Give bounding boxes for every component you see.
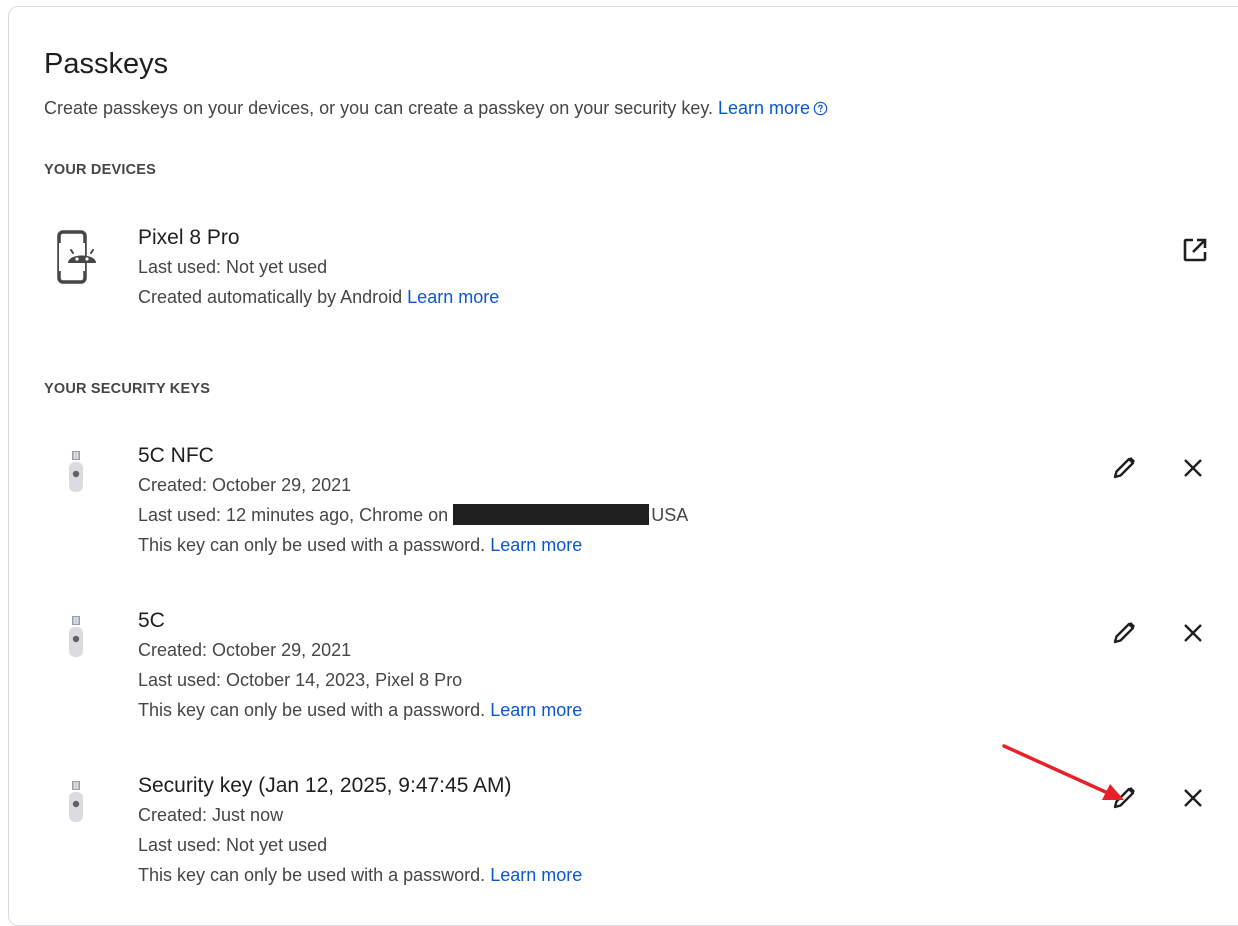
security-key-icon: [69, 616, 83, 657]
edit-security-key-button[interactable]: [1104, 613, 1144, 653]
security-key-created: Created: Just now: [138, 805, 284, 825]
note-text: This key can only be used with a passwor…: [138, 535, 486, 555]
pencil-icon: [1113, 622, 1135, 644]
edit-security-key-button[interactable]: [1104, 448, 1144, 488]
your-devices-heading: YOUR DEVICES: [44, 162, 156, 178]
device-details: Pixel 8 Pro Last used: Not yet used Crea…: [138, 224, 499, 312]
security-key-details: 5C Created: October 29, 2021 Last used: …: [138, 607, 582, 725]
annotation-arrow: [1002, 744, 1124, 800]
android-phone-icon: [57, 230, 96, 284]
intro-description: Create passkeys on your devices, or you …: [44, 98, 713, 118]
intro-learn-more-link[interactable]: Learn more: [718, 98, 810, 118]
security-key-last-used: Last used: Not yet used: [138, 835, 328, 855]
security-key-note: This key can only be used with a passwor…: [138, 695, 582, 725]
help-circle-icon[interactable]: [813, 101, 828, 116]
security-key-name: 5C NFC: [138, 444, 214, 467]
note-text: This key can only be used with a passwor…: [138, 700, 486, 720]
last-used-suffix: USA: [651, 505, 689, 525]
device-created-text: Created automatically by Android: [138, 287, 403, 307]
your-security-keys-heading: YOUR SECURITY KEYS: [44, 381, 211, 397]
security-key-note: This key can only be used with a passwor…: [138, 530, 688, 560]
intro-text: Create passkeys on your devices, or you …: [44, 98, 828, 119]
security-key-last-used: Last used: 12 minutes ago, Chrome on USA: [138, 500, 688, 530]
security-key-created: Created: October 29, 2021: [138, 475, 352, 495]
device-name: Pixel 8 Pro: [138, 226, 240, 249]
security-key-name: Security key (Jan 12, 2025, 9:47:45 AM): [138, 774, 512, 797]
security-key-note: This key can only be used with a passwor…: [138, 860, 582, 890]
device-created: Created automatically by Android Learn m…: [138, 282, 499, 312]
security-key-created: Created: October 29, 2021: [138, 640, 352, 660]
delete-security-key-button[interactable]: [1173, 448, 1213, 488]
close-icon: [1184, 789, 1202, 807]
security-key-icon: [69, 781, 83, 822]
security-key-learn-more-link[interactable]: Learn more: [490, 700, 582, 720]
device-last-used: Last used: Not yet used: [138, 257, 328, 277]
last-used-prefix: Last used: 12 minutes ago, Chrome on: [138, 505, 449, 525]
device-learn-more-link[interactable]: Learn more: [407, 287, 499, 307]
security-key-details: 5C NFC Created: October 29, 2021 Last us…: [138, 442, 688, 560]
security-key-last-used: Last used: October 14, 2023, Pixel 8 Pro: [138, 670, 463, 690]
note-text: This key can only be used with a passwor…: [138, 865, 486, 885]
security-key-icon: [69, 451, 83, 492]
security-key-details: Security key (Jan 12, 2025, 9:47:45 AM) …: [138, 772, 582, 890]
redacted-block: [453, 504, 650, 525]
delete-security-key-button[interactable]: [1173, 778, 1213, 818]
open-device-button[interactable]: [1175, 230, 1215, 270]
security-key-name: 5C: [138, 609, 165, 632]
security-key-learn-more-link[interactable]: Learn more: [490, 865, 582, 885]
close-icon: [1184, 459, 1202, 477]
delete-security-key-button[interactable]: [1173, 613, 1213, 653]
close-icon: [1184, 624, 1202, 642]
security-key-learn-more-link[interactable]: Learn more: [490, 535, 582, 555]
page-title: Passkeys: [44, 48, 169, 80]
open-in-new-icon: [1183, 238, 1207, 262]
pencil-icon: [1113, 457, 1135, 479]
